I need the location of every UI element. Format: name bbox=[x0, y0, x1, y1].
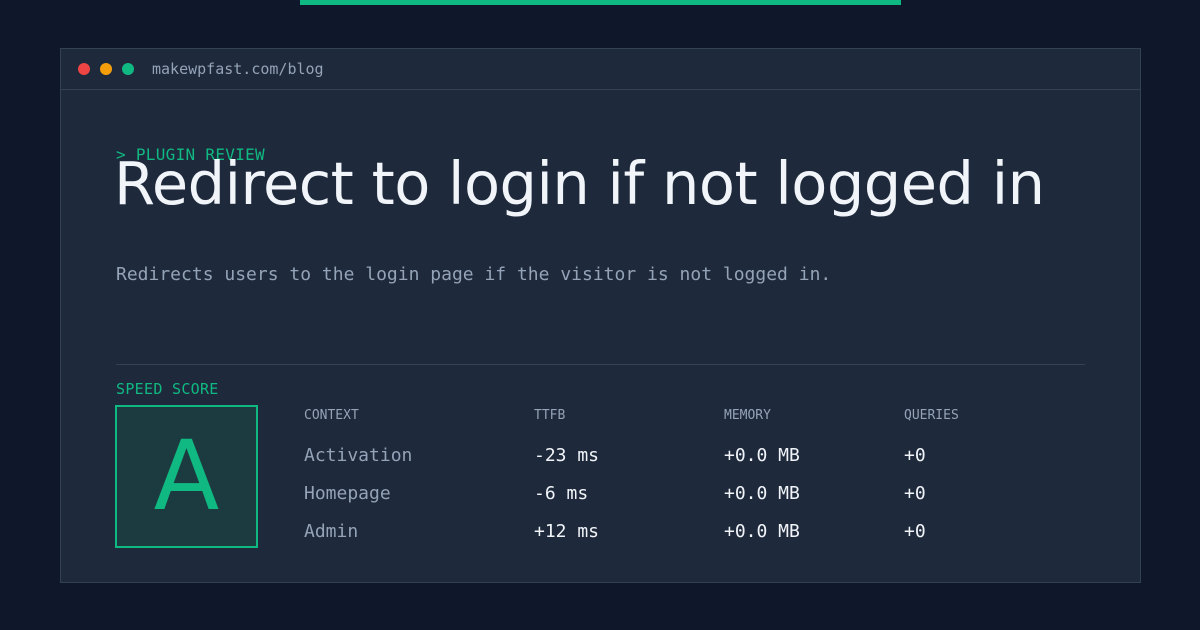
section-divider bbox=[116, 364, 1085, 365]
close-dot-icon bbox=[78, 63, 90, 75]
plugin-description: Redirects users to the login page if the… bbox=[116, 264, 832, 285]
minimize-dot-icon bbox=[100, 63, 112, 75]
row-memory: +0.0 MB bbox=[724, 483, 800, 504]
window-url: makewpfast.com/blog bbox=[152, 60, 324, 78]
row-context: Admin bbox=[304, 521, 359, 542]
row-ttfb: -23 ms bbox=[534, 445, 600, 466]
row-context: Activation bbox=[304, 445, 413, 466]
row-ttfb: +12 ms bbox=[534, 521, 600, 542]
column-header-ttfb: TTFB bbox=[534, 408, 566, 423]
row-queries: +0 bbox=[904, 445, 926, 466]
speed-grade: A bbox=[153, 420, 220, 532]
column-header-context: CONTEXT bbox=[304, 408, 359, 423]
column-header-queries: QUERIES bbox=[904, 408, 959, 423]
row-ttfb: -6 ms bbox=[534, 483, 589, 504]
row-memory: +0.0 MB bbox=[724, 521, 800, 542]
page-title: Redirect to login if not logged in bbox=[114, 149, 1045, 218]
row-memory: +0.0 MB bbox=[724, 445, 800, 466]
row-context: Homepage bbox=[304, 483, 391, 504]
row-queries: +0 bbox=[904, 483, 926, 504]
column-header-memory: MEMORY bbox=[724, 408, 771, 423]
speed-grade-badge: A bbox=[115, 405, 258, 548]
browser-window: makewpfast.com/blog > PLUGIN REVIEW Redi… bbox=[60, 48, 1141, 583]
row-queries: +0 bbox=[904, 521, 926, 542]
top-accent-bar bbox=[300, 0, 901, 5]
maximize-dot-icon bbox=[122, 63, 134, 75]
speed-score-label: SPEED SCORE bbox=[116, 380, 219, 398]
window-titlebar: makewpfast.com/blog bbox=[61, 49, 1140, 90]
